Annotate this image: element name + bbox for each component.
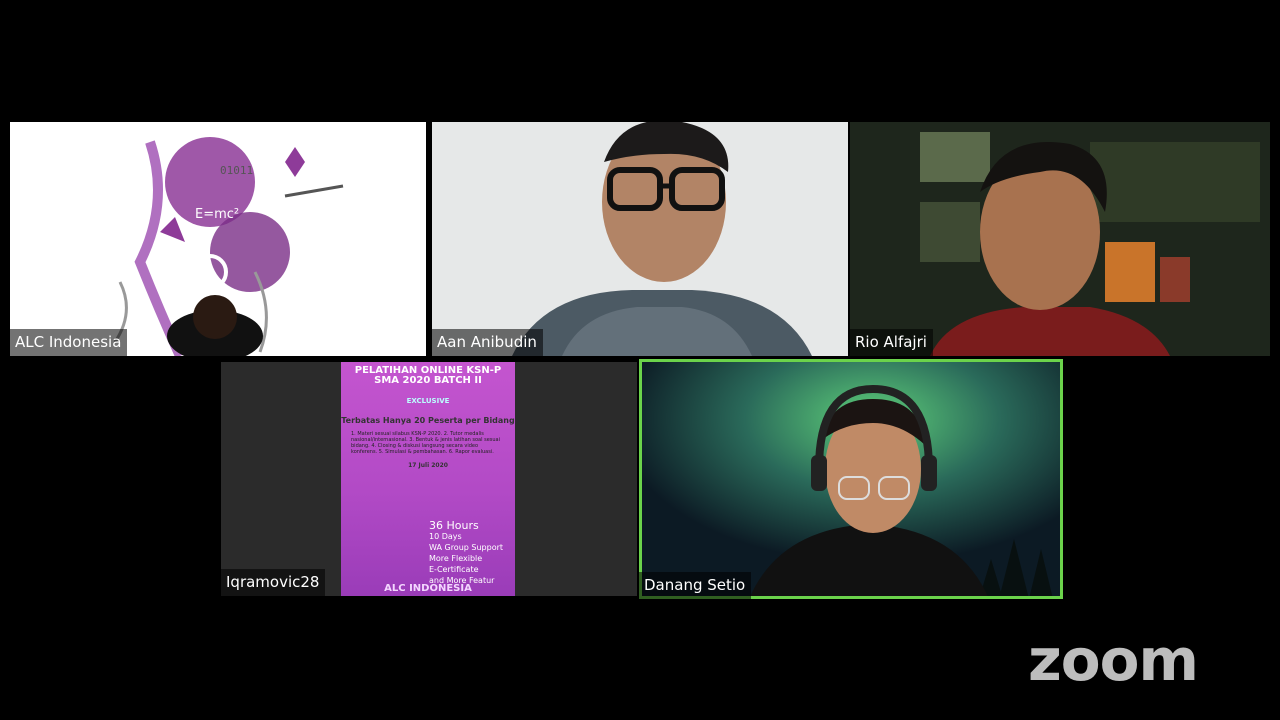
- participant-name: ALC Indonesia: [10, 329, 128, 356]
- poster-footer: ALC INDONESIA: [384, 583, 472, 594]
- alc-logo-artwork: 01011 E=mc²: [113, 137, 344, 356]
- poster-date: 17 Juli 2020: [408, 462, 448, 469]
- participant-video: [432, 122, 848, 356]
- participant-name: Rio Alfajri: [850, 329, 933, 356]
- video-tile-danang-setio[interactable]: Danang Setio: [639, 359, 1063, 599]
- video-tile-aan-anibudin[interactable]: Aan Anibudin: [432, 122, 848, 356]
- shared-poster: PELATIHAN ONLINE KSN-P SMA 2020 BATCH II…: [341, 362, 515, 596]
- video-tile-iqramovic28[interactable]: PELATIHAN ONLINE KSN-P SMA 2020 BATCH II…: [221, 362, 637, 596]
- svg-text:E=mc²: E=mc²: [195, 207, 239, 222]
- poster-title: PELATIHAN ONLINE KSN-P SMA 2020 BATCH II: [354, 365, 502, 386]
- participant-video: [639, 359, 1063, 599]
- video-tile-alc-indonesia[interactable]: 01011 E=mc² ALC Indonesia: [10, 122, 426, 356]
- participant-video: [850, 122, 1270, 356]
- participant-name: Danang Setio: [639, 572, 752, 599]
- participant-name: Iqramovic28: [221, 569, 326, 596]
- video-tile-rio-alfajri[interactable]: Rio Alfajri: [850, 122, 1270, 356]
- participant-name: Aan Anibudin: [432, 329, 543, 356]
- poster-features: 36 Hours 10 Days WA Group Support More F…: [429, 519, 504, 585]
- zoom-logo: zoom: [1028, 626, 1199, 694]
- svg-text:01011: 01011: [220, 164, 253, 177]
- poster-headline: Terbatas Hanya 20 Peserta per Bidang: [341, 416, 515, 425]
- poster-exclusive: EXCLUSIVE: [406, 397, 450, 405]
